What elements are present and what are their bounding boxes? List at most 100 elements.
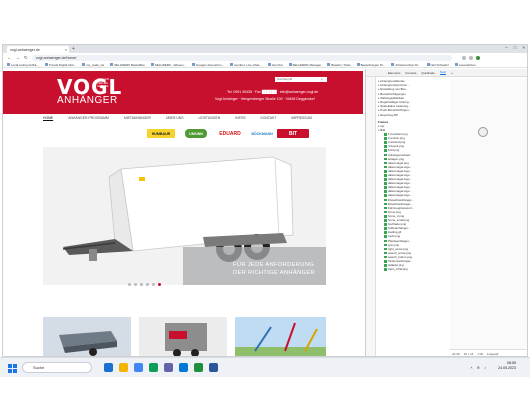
wifi-icon[interactable]: ≋ (477, 365, 480, 370)
back-icon[interactable]: ← (7, 55, 12, 60)
brand-logo-boeckmann[interactable]: BÖCKMANN (251, 129, 273, 138)
teaser-car-trailer[interactable] (43, 317, 131, 356)
app-icon[interactable] (104, 363, 113, 372)
preview-status: 22×26 26 × 24 1 kB image/gif (450, 349, 527, 356)
profile-avatar[interactable] (475, 55, 480, 60)
devtools-tabs: Elements Konsole Quellcode Netz » (366, 69, 527, 77)
tab-more[interactable]: » (451, 71, 453, 75)
taskbar-search[interactable]: Suche (22, 362, 92, 373)
address-bar-row: ← → ↻ vogl-anhaenger.de/home/ (3, 53, 527, 62)
browser-window: vogl-anhaenger.de × + – □ × ← → ↻ vogl-a… (2, 44, 528, 357)
box-trailer-image (139, 317, 227, 356)
address-line: Vogl Anhänger · Hengersberger Straße 100… (215, 97, 315, 101)
image-preview-pane (450, 79, 527, 349)
status-natural-size: 26 × 24 (463, 351, 474, 356)
volume-icon[interactable]: ♪ (484, 365, 486, 370)
system-tray: ˄ ≋ ♪ (470, 365, 486, 370)
folder-icon[interactable] (119, 363, 128, 372)
nav-item-infos[interactable]: INFOS (235, 116, 245, 120)
file-list: 1-humbaur.png 2-unsinn.png 3-eduard.png 4-b… (378, 132, 448, 271)
devtools-panel: Elements Konsole Quellcode Netz » Hinter… (365, 69, 527, 356)
loading-gif-preview (478, 127, 488, 137)
nav-item-miet[interactable]: MIETANHÄNGER (124, 116, 151, 120)
close-tab-icon[interactable]: × (65, 48, 67, 52)
bookmark[interactable]: Lesezeichen (455, 63, 476, 67)
start-button[interactable] (8, 364, 17, 373)
tab-network[interactable]: Netz (439, 70, 447, 75)
hero-caption: DER RICHTIGE ANHÄNGER (233, 270, 315, 276)
bookmark[interactable]: Neil Schwartz (427, 63, 449, 67)
clock[interactable]: 08:55 24.05.2023 (498, 361, 516, 371)
tab-sources[interactable]: Quellcode (421, 71, 435, 75)
site-search-input[interactable]: Suchbegriff (275, 77, 327, 82)
application-tree: Hintergrunddienste Hintergrundsynchron..… (378, 79, 448, 349)
contact-line: Tel. 0991 39435 · Fax ██████ · info@anha… (227, 90, 319, 94)
teaser-box-trailer[interactable] (139, 317, 227, 356)
browser-tab[interactable]: vogl-anhaenger.de × (7, 46, 69, 53)
slider-dot[interactable] (140, 283, 143, 286)
brand-logo-eduard[interactable]: EDUARD (215, 129, 245, 138)
bookmark[interactable]: Arbeitsnotizen Di... (391, 63, 420, 67)
teams-icon[interactable] (164, 363, 173, 372)
app-icon[interactable] (149, 363, 158, 372)
brand-logo-bit[interactable]: BIT (277, 129, 309, 138)
devtools-sidebar (366, 77, 376, 356)
bookmark[interactable]: Boards | Trello (327, 63, 350, 67)
maximize-icon[interactable]: □ (514, 45, 517, 50)
car-trailer-image (43, 317, 131, 356)
tree-item[interactable]: Reporting API (378, 113, 448, 117)
reload-icon[interactable]: ↻ (24, 55, 28, 61)
taskbar: ⌕ Suche ˄ ≋ ♪ 08:55 24.05.2023 (0, 357, 530, 377)
tab-bar: vogl-anhaenger.de × + – □ × (3, 45, 527, 53)
slider-dot[interactable] (134, 283, 137, 286)
tree-list: Hintergrunddienste Hintergrundsynchron..… (378, 79, 448, 117)
bookmark[interactable]: Bewerbungen Di... (357, 63, 386, 67)
bookmarks-bar: Local Listing Aufträ... Trends Digital O… (3, 62, 527, 68)
brand-logo-humbaur[interactable]: HUMBAUR (147, 129, 175, 138)
minimize-icon[interactable]: – (505, 45, 508, 50)
slider-dot[interactable] (128, 283, 131, 286)
nav-item-impressum[interactable]: IMPRESSUM (291, 116, 312, 120)
nav-item-home[interactable]: HOME (43, 116, 53, 120)
nav-item-programm[interactable]: ANHÄNGER-PROGRAMM (68, 116, 109, 120)
chevron-up-icon[interactable]: ˄ (470, 365, 472, 370)
hero-slider[interactable]: FÜR JEDE ANFORDERUNG DER RICHTIGE ANHÄNG… (43, 147, 326, 285)
slider-dot[interactable] (146, 283, 149, 286)
nav-item-kontakt[interactable]: KONTAKT (261, 116, 277, 120)
search-icon[interactable]: ⌕ (321, 77, 323, 81)
file-item[interactable]: trans_LKW.png (378, 267, 448, 271)
tab-console[interactable]: Konsole (406, 71, 417, 75)
nav-item-leistungen[interactable]: LEISTUNGEN (199, 116, 221, 120)
word-icon[interactable] (209, 363, 218, 372)
tab-elements[interactable]: Elements (388, 71, 401, 75)
teaser-platform[interactable] (235, 317, 326, 356)
bookmark[interactable]: Local Listing Aufträ... (7, 63, 39, 67)
bookmark[interactable]: SELLWERK Backoffice (110, 63, 145, 67)
window-controls: – □ × (505, 45, 525, 50)
extension-icon[interactable] (461, 55, 466, 60)
brand-logo-unsinn[interactable]: UNSINN (185, 129, 207, 138)
bookmark[interactable]: my_mails_sw (82, 63, 104, 67)
logo-tagline-line: SERVICE (97, 85, 109, 89)
close-window-icon[interactable]: × (522, 45, 525, 50)
status-dimensions: 22×26 (452, 351, 460, 356)
bookmark[interactable]: Trends Digital Opti... (45, 63, 76, 67)
bookmark[interactable]: Vosi Kai (268, 63, 283, 67)
extension-icon[interactable] (468, 55, 473, 60)
bookmark[interactable]: SELLWERK - Wissen... (151, 63, 186, 67)
new-tab-button[interactable]: + (72, 46, 75, 52)
aerial-platform-image (235, 317, 326, 356)
slider-dot[interactable] (152, 283, 155, 286)
excel-icon[interactable] (194, 363, 203, 372)
url-field[interactable]: vogl-anhaenger.de/home/ (31, 54, 452, 61)
slider-dot[interactable] (158, 283, 161, 286)
frames-list: top Bild (378, 124, 448, 132)
outlook-icon[interactable] (179, 363, 188, 372)
web-page: VOGL VERKAUF VERLEIH SERVICE ANHÄNGER Su… (3, 69, 363, 356)
forward-icon[interactable]: → (16, 55, 21, 60)
nav-item-ueber-uns[interactable]: ÜBER UNS (166, 116, 184, 120)
chrome-icon[interactable] (134, 363, 143, 372)
bookmark[interactable]: Google Unternehm... (192, 63, 224, 67)
bookmark[interactable]: SELLWERK Manager (289, 63, 322, 67)
bookmark[interactable]: member. Live-Chat... (230, 63, 262, 67)
